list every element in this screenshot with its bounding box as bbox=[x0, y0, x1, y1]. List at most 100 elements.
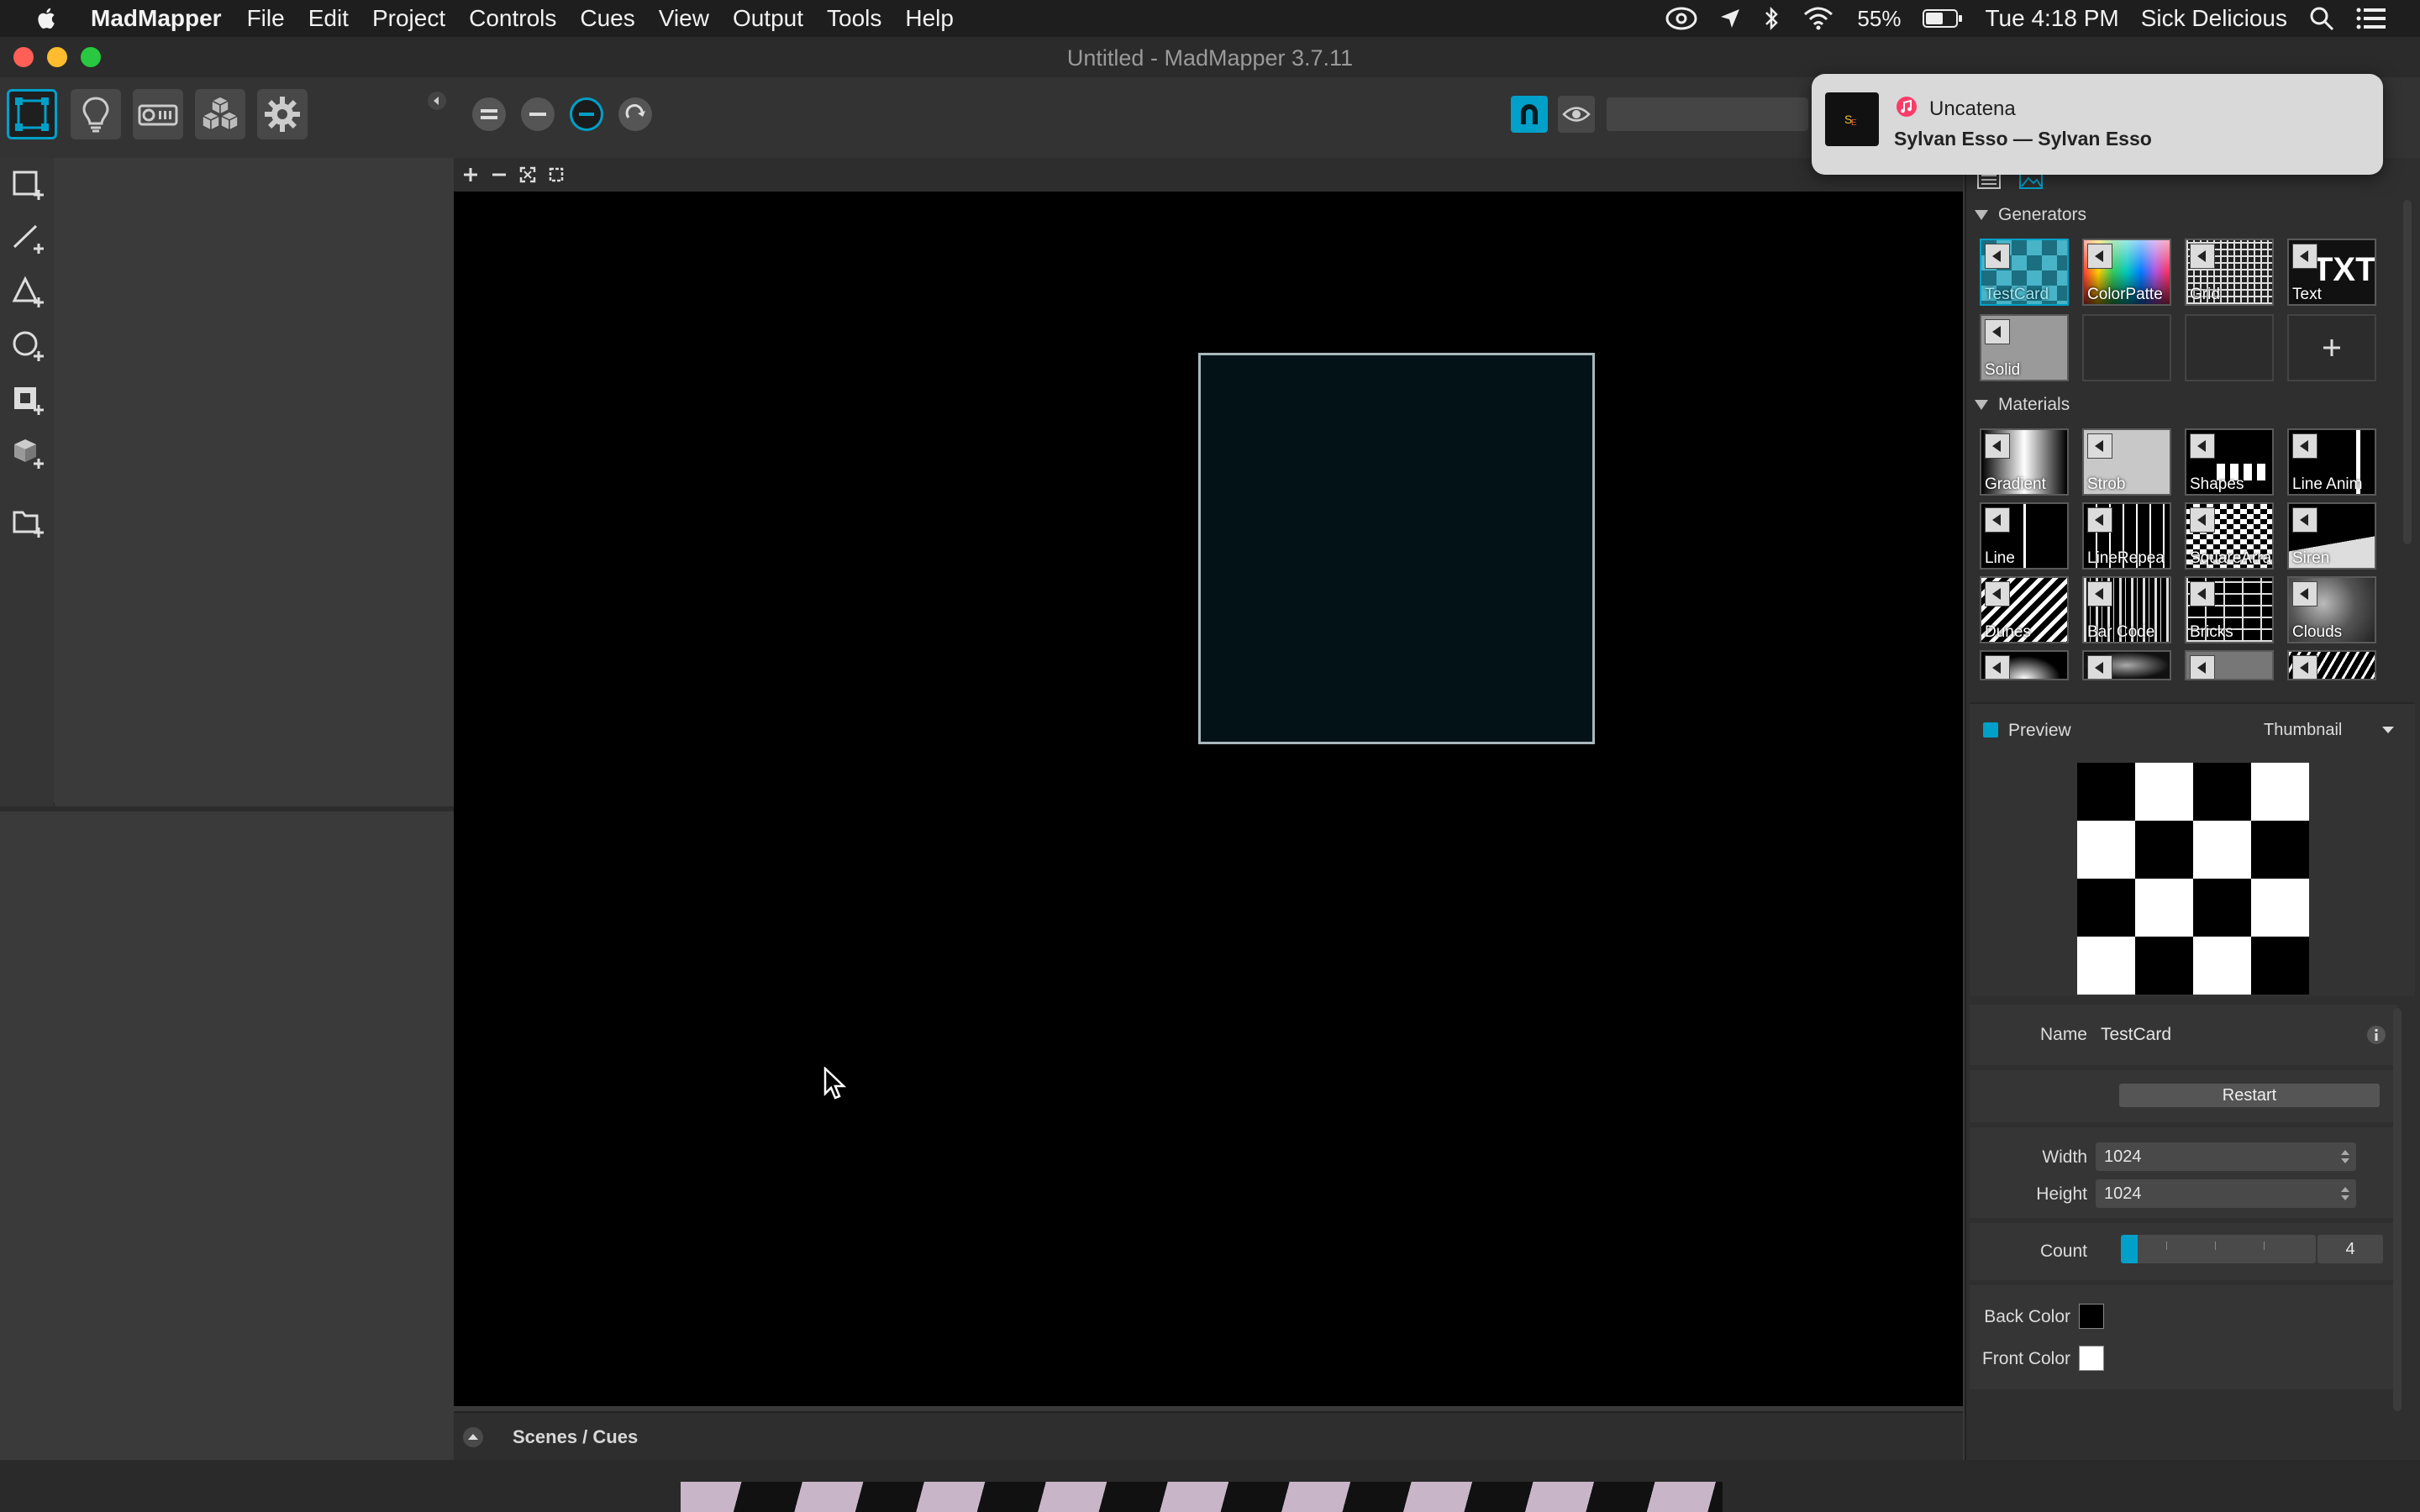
notification-center-icon[interactable] bbox=[2356, 7, 2386, 30]
add-generator-button[interactable] bbox=[2287, 314, 2376, 381]
material-shapes[interactable]: Shapes bbox=[2185, 428, 2274, 496]
add-quad-tool[interactable] bbox=[12, 168, 45, 202]
material-gradient[interactable]: Gradient bbox=[1980, 428, 2069, 496]
music-notification[interactable]: SE Uncatena Sylvan Esso — Sylvan Esso bbox=[1812, 74, 2383, 175]
play-icon[interactable] bbox=[2190, 581, 2215, 606]
fixtures-mode-button[interactable] bbox=[71, 89, 121, 139]
preview-eye-button[interactable] bbox=[1558, 96, 1595, 133]
clock[interactable]: Tue 4:18 PM bbox=[1985, 5, 2118, 32]
height-field[interactable]: 1024 bbox=[2096, 1179, 2356, 1208]
menu-file[interactable]: File bbox=[247, 5, 285, 32]
media-mode-button[interactable] bbox=[195, 89, 245, 139]
play-icon[interactable] bbox=[2087, 507, 2112, 533]
projector-mode-button[interactable] bbox=[133, 89, 183, 139]
play-icon[interactable] bbox=[2190, 433, 2215, 459]
menu-project[interactable]: Project bbox=[372, 5, 445, 32]
menu-help[interactable]: Help bbox=[905, 5, 954, 32]
add-mask-tool[interactable] bbox=[12, 383, 45, 417]
magnet-button[interactable] bbox=[1511, 96, 1548, 133]
menu-tools[interactable]: Tools bbox=[827, 5, 881, 32]
play-icon[interactable] bbox=[2087, 244, 2112, 269]
material-dunes[interactable]: Dunes bbox=[1980, 576, 2069, 643]
add-group-tool[interactable] bbox=[12, 506, 45, 539]
location-icon[interactable] bbox=[1719, 8, 1741, 29]
stepper-arrows-icon[interactable] bbox=[2339, 1184, 2351, 1203]
back-color-swatch[interactable] bbox=[2079, 1304, 2104, 1329]
search-icon[interactable] bbox=[2309, 6, 2334, 31]
material-line-anim[interactable]: Line Anim bbox=[2287, 428, 2376, 496]
generator-text[interactable]: TXT Text bbox=[2287, 239, 2376, 306]
materials-section-header[interactable]: Materials bbox=[1975, 395, 2070, 415]
play-icon[interactable] bbox=[2190, 507, 2215, 533]
user-name[interactable]: Sick Delicious bbox=[2141, 5, 2287, 32]
scenes-cues-label[interactable]: Scenes / Cues bbox=[513, 1426, 638, 1448]
add-circle-tool[interactable] bbox=[12, 329, 45, 363]
quad-surface[interactable] bbox=[1198, 353, 1595, 744]
play-icon[interactable] bbox=[2087, 655, 2112, 679]
generator-grid[interactable]: Grid bbox=[2185, 239, 2274, 306]
surfaces-list-panel[interactable] bbox=[54, 158, 455, 803]
actual-size-icon[interactable] bbox=[548, 166, 565, 183]
front-color-swatch[interactable] bbox=[2079, 1346, 2104, 1371]
menu-edit[interactable]: Edit bbox=[308, 5, 349, 32]
material-clouds[interactable]: Clouds bbox=[2287, 576, 2376, 643]
battery-icon[interactable] bbox=[1923, 8, 1963, 29]
bluetooth-icon[interactable] bbox=[1763, 6, 1780, 31]
play-icon[interactable] bbox=[2292, 655, 2317, 679]
app-menu[interactable]: MadMapper bbox=[91, 5, 222, 32]
preview-checkbox[interactable] bbox=[1983, 722, 1998, 738]
apple-icon[interactable] bbox=[34, 5, 60, 32]
properties-scrollbar[interactable] bbox=[2393, 1008, 2402, 1411]
material-barcode[interactable]: Bar Code bbox=[2082, 576, 2171, 643]
settings-mode-button[interactable] bbox=[257, 89, 308, 139]
menu-view[interactable]: View bbox=[659, 5, 709, 32]
material-line[interactable]: Line bbox=[1980, 502, 2069, 570]
play-icon[interactable] bbox=[1985, 507, 2010, 533]
blend-button[interactable] bbox=[570, 97, 603, 131]
wifi-icon[interactable] bbox=[1802, 6, 1835, 31]
play-icon[interactable] bbox=[2292, 244, 2317, 269]
play-icon[interactable] bbox=[1985, 319, 2010, 344]
zoom-in-icon[interactable] bbox=[462, 166, 479, 183]
fit-view-icon[interactable] bbox=[519, 166, 536, 183]
play-icon[interactable] bbox=[2190, 655, 2215, 679]
info-icon[interactable] bbox=[2366, 1025, 2386, 1045]
material-linerepeat[interactable]: LineRepea bbox=[2082, 502, 2171, 570]
play-icon[interactable] bbox=[2190, 244, 2215, 269]
play-icon[interactable] bbox=[1985, 655, 2010, 679]
restart-button[interactable]: Restart bbox=[2119, 1084, 2380, 1107]
play-icon[interactable] bbox=[2292, 507, 2317, 533]
expand-scenes-icon[interactable] bbox=[462, 1426, 484, 1448]
generator-colorpattern[interactable]: ColorPatte bbox=[2082, 239, 2171, 306]
count-slider[interactable] bbox=[2121, 1235, 2316, 1263]
output-selector[interactable] bbox=[1607, 97, 1808, 131]
menu-cues[interactable]: Cues bbox=[580, 5, 634, 32]
material-squarearray[interactable]: SquareArra bbox=[2185, 502, 2274, 570]
add-3d-object-tool[interactable] bbox=[12, 437, 45, 470]
material-bricks[interactable]: Bricks bbox=[2185, 576, 2274, 643]
material-strob[interactable]: Strob bbox=[2082, 428, 2171, 496]
generator-solid[interactable]: Solid bbox=[1980, 314, 2069, 381]
add-line-tool[interactable] bbox=[12, 222, 45, 255]
surfaces-mode-button[interactable] bbox=[7, 89, 57, 139]
material-thumbnail[interactable] bbox=[2287, 650, 2376, 680]
stepper-arrows-icon[interactable] bbox=[2339, 1147, 2351, 1166]
redo-button[interactable] bbox=[618, 97, 652, 131]
play-icon[interactable] bbox=[2087, 581, 2112, 606]
count-value[interactable]: 4 bbox=[2317, 1235, 2383, 1263]
generators-section-header[interactable]: Generators bbox=[1975, 205, 2086, 225]
menu-output[interactable]: Output bbox=[733, 5, 803, 32]
play-icon[interactable] bbox=[1985, 581, 2010, 606]
name-value[interactable]: TestCard bbox=[2101, 1025, 2171, 1045]
minus-button[interactable] bbox=[521, 97, 555, 131]
material-siren[interactable]: Siren bbox=[2287, 502, 2376, 570]
align-button[interactable] bbox=[472, 97, 506, 131]
play-icon[interactable] bbox=[1985, 433, 2010, 459]
width-field[interactable]: 1024 bbox=[2096, 1142, 2356, 1171]
play-icon[interactable] bbox=[1985, 244, 2010, 269]
material-thumbnail[interactable] bbox=[2082, 650, 2171, 680]
add-triangle-tool[interactable] bbox=[12, 276, 45, 309]
preview-mode-dropdown[interactable]: Thumbnail bbox=[2230, 716, 2398, 743]
play-icon[interactable] bbox=[2087, 433, 2112, 459]
library-scrollbar[interactable] bbox=[2403, 200, 2412, 544]
